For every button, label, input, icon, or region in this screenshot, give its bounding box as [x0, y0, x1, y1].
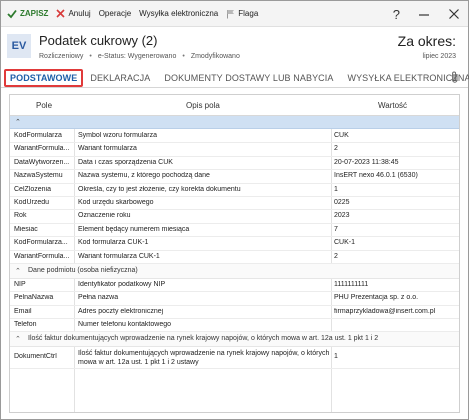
tab-podstawowe[interactable]: PODSTAWOWE: [4, 69, 84, 87]
electronic-send-label: Wysyłka elektroniczna: [139, 9, 219, 18]
column-header-opis[interactable]: Opis pola: [186, 101, 220, 110]
table-row[interactable]: DataWytworzen... Data i czas sporządzenia…: [10, 157, 459, 171]
table-row[interactable]: Rok Oznaczenie roku 2023: [10, 210, 459, 224]
chevron-up-icon[interactable]: ⌃: [15, 335, 21, 343]
cancel-label: Anuluj: [68, 9, 91, 18]
group-row-dane-podmiotu[interactable]: ⌃ Dane podmiotu (osoba niefizyczna): [10, 263, 459, 279]
flag-button[interactable]: Flaga: [226, 9, 258, 19]
document-header: EV Podatek cukrowy (2) Rozliczeniowy • e…: [1, 28, 468, 68]
document-type-badge: EV: [7, 34, 31, 58]
tab-deklaracja[interactable]: DEKLARACJA: [83, 68, 157, 87]
document-window: ZAPISZ Anuluj Operacje Wysyłka elektroni…: [0, 0, 469, 420]
table-row[interactable]: WariantFormula... Wariant formularza CUK-…: [10, 251, 459, 264]
flag-icon: [227, 9, 235, 18]
group-row-ilosc-faktur[interactable]: ⌃ Ilość faktur dokumentujących wprowadze…: [10, 332, 459, 348]
table-row[interactable]: NIP Identyfikator podatkowy NIP 1111111111: [10, 279, 459, 293]
table-header: Pole Opis pola Wartość: [10, 95, 459, 116]
save-button[interactable]: ZAPISZ: [7, 9, 48, 19]
help-button[interactable]: ?: [393, 7, 400, 22]
cancel-button[interactable]: Anuluj: [56, 9, 91, 18]
group-row-selected[interactable]: ⌃: [10, 116, 459, 129]
chevron-up-icon[interactable]: ⌃: [15, 267, 21, 275]
separator-dot: •: [182, 53, 185, 60]
table-row[interactable]: DokumentCtrl Ilość faktur dokumentujących…: [10, 347, 459, 370]
status-line: Rozliczeniowy • e-Status: Wygenerowano •…: [39, 53, 240, 60]
attachment-icon[interactable]: [450, 71, 460, 84]
close-window-icon[interactable]: [448, 8, 460, 20]
operations-label: Operacje: [98, 9, 132, 18]
table-row[interactable]: PelnaNazwa Pełna nazwa PHU Prezentacja sp.…: [10, 292, 459, 306]
table-row[interactable]: Miesiac Element będący numerem miesiąca 7: [10, 224, 459, 238]
table-row[interactable]: WariantFormula... Wariant formularza 2: [10, 143, 459, 157]
period-label: Za okres:: [397, 33, 456, 49]
table-row[interactable]: CelZlozenia Określa, czy to jest złożenie…: [10, 184, 459, 197]
column-header-pole[interactable]: Pole: [36, 101, 52, 110]
period-value: lipiec 2023: [422, 53, 456, 60]
status-estatus: e-Status: Wygenerowano: [97, 53, 177, 60]
separator-dot: •: [89, 53, 92, 60]
table-row[interactable]: NazwaSystemu Nazwa systemu, z którego poc…: [10, 170, 459, 184]
table-row[interactable]: KodUrzedu Kod urzędu skarbowego 0225: [10, 197, 459, 211]
operations-menu[interactable]: Operacje: [99, 9, 131, 18]
table-row[interactable]: KodFormularza Symbol wzoru formularza CUK: [10, 130, 459, 144]
window-controls: ?: [393, 1, 460, 27]
tab-bar: PODSTAWOWE DEKLARACJA DOKUMENTY DOSTAWY …: [1, 68, 469, 88]
fields-table: Pole Opis pola Wartość ⌃ KodFormularza Sy…: [9, 94, 460, 413]
tab-dokumenty-dostawy[interactable]: DOKUMENTY DOSTAWY LUB NABYCIA: [157, 68, 340, 87]
table-row[interactable]: KodFormularza... Kod formularza CUK-1 CUK-…: [10, 237, 459, 251]
save-label: ZAPISZ: [20, 9, 49, 18]
column-header-wartosc[interactable]: Wartość: [378, 101, 407, 110]
chevron-up-icon[interactable]: ⌃: [15, 118, 21, 126]
flag-label: Flaga: [238, 9, 259, 18]
page-title: Podatek cukrowy (2): [39, 33, 158, 48]
table-row[interactable]: Telefon Numer telefonu kontaktowego: [10, 319, 459, 333]
electronic-send-menu[interactable]: Wysyłka elektroniczna: [139, 9, 218, 18]
toolbar: ZAPISZ Anuluj Operacje Wysyłka elektroni…: [1, 1, 468, 27]
check-icon: [7, 9, 17, 18]
close-icon: [56, 9, 66, 18]
minimize-icon[interactable]: [418, 8, 430, 20]
table-row[interactable]: Email Adres poczty elektronicznej firmaprz…: [10, 306, 459, 320]
table-body: KodFormularza Symbol wzoru formularza CUK …: [10, 130, 459, 370]
status-type: Rozliczeniowy: [39, 53, 84, 60]
status-modified: Zmodyfikowano: [190, 53, 240, 60]
